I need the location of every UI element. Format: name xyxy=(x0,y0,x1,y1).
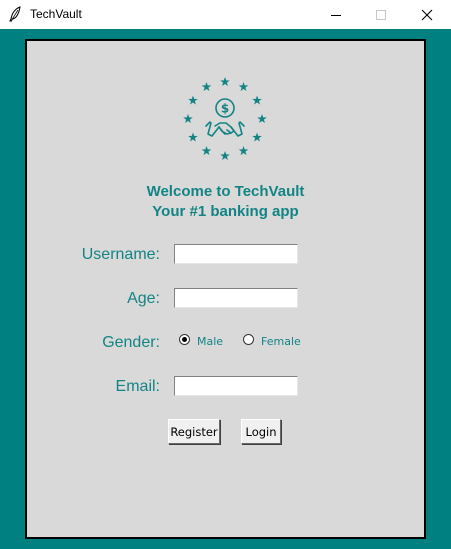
minimize-icon xyxy=(331,14,341,16)
email-input[interactable] xyxy=(174,376,298,396)
svg-text:$: $ xyxy=(221,102,229,116)
logo-star-icon xyxy=(183,114,193,124)
welcome-subtitle: Your #1 banking app xyxy=(152,203,299,220)
handshake-dollar-stars-icon: $ xyxy=(182,76,272,166)
gender-label: Gender: xyxy=(102,334,160,351)
logo-star-icon xyxy=(201,146,212,156)
title-bar[interactable]: TechVault xyxy=(0,0,451,29)
logo-star-icon xyxy=(252,95,262,105)
logo-star-icon xyxy=(188,95,198,105)
logo-star-icon xyxy=(257,114,267,124)
username-input[interactable] xyxy=(174,244,298,264)
gender-female-radio[interactable] xyxy=(243,334,254,345)
maximize-icon xyxy=(376,9,386,20)
email-label: Email: xyxy=(115,378,160,395)
login-button[interactable]: Login xyxy=(241,419,281,444)
register-button[interactable]: Register xyxy=(168,419,220,444)
welcome-title: Welcome to TechVault xyxy=(146,183,305,200)
logo-star-icon xyxy=(238,81,249,91)
window-title: TechVault xyxy=(30,7,82,21)
username-label: Username: xyxy=(81,246,160,263)
logo-star-icon xyxy=(201,81,212,91)
close-button[interactable] xyxy=(404,0,450,29)
logo-star-icon xyxy=(188,132,198,142)
logo-star-icon xyxy=(238,146,249,156)
feather-icon xyxy=(8,6,22,22)
gender-female-label[interactable]: Female xyxy=(261,335,301,348)
logo-star-icon xyxy=(220,151,230,161)
app-window: TechVault $ Welcome to TechVault Your #1… xyxy=(0,0,451,549)
logo-star-icon xyxy=(220,77,230,87)
minimize-button[interactable] xyxy=(313,0,359,29)
gender-male-radio[interactable] xyxy=(179,334,190,345)
age-input[interactable] xyxy=(174,288,298,308)
maximize-button xyxy=(358,0,404,29)
gender-male-label[interactable]: Male xyxy=(197,335,223,348)
logo-star-icon xyxy=(252,132,262,142)
close-icon xyxy=(421,9,433,20)
main-panel: $ Welcome to TechVault Your #1 banking a… xyxy=(25,39,426,539)
age-label: Age: xyxy=(127,290,160,307)
